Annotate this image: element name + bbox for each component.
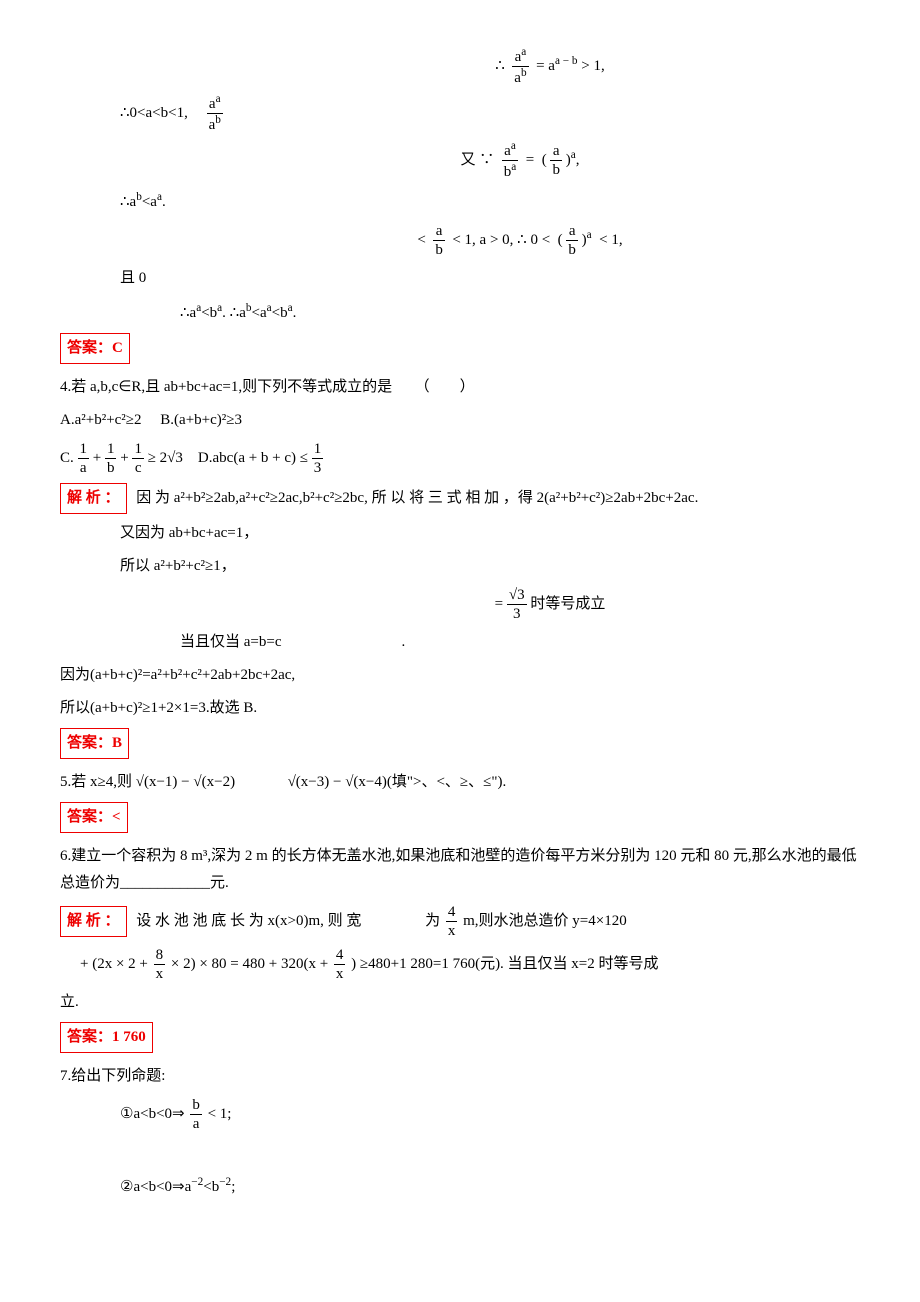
derivation-block: ∴ aa ab = aa − b > 1, ∴0<a<b<1, aa ab 又 … [60,46,860,327]
fraction-aa-ab2: aa ab [207,93,223,134]
fraction-aa-ba: aa ba [502,140,519,181]
analysis-4-when: 当且仅当 a=b=c . [60,629,860,656]
frac-4-x2: 4x [334,946,346,983]
analysis-label-6: 解 析 ： [60,906,127,937]
answer-5-block: 答案：< [60,802,860,833]
math-line-4: ∴ab<aa. [60,187,860,216]
answer-1-block: 答案：C [60,333,860,364]
q5-expr2: √(x−3) − √(x−4)(填">、<、≥、≤"). [288,774,507,790]
analysis-4-text: 因 为 a²+b²≥2ab,a²+c²≥2ac,b²+c²≥2bc, 所 以 将… [136,490,698,506]
math-line-2: ∴0<a<b<1, aa ab [60,93,860,134]
q5-expr1: √(x−1) − √(x−2) [136,774,235,790]
math-line-3: 又 ∵ aa ba = ( a b )a, [60,140,860,181]
analysis-label-4: 解 析 ： [60,483,127,514]
frac-1-b: 1b [105,440,117,477]
answer-6-block: 答案：1 760 [60,1022,860,1053]
math-line-6: 且 0 [60,265,860,292]
analysis-4-line5: 所以(a+b+c)²≥1+2×1=3.故选 B. [60,695,860,722]
q4-options: A.a²+b²+c²≥2 B.(a+b+c)²≥3 [60,407,860,434]
q4-option-d: D.abc(a + b + c) ≤ 13 [198,450,323,466]
q7-prop2: ②a<b<0⇒a−2<b−2; [60,1172,860,1201]
math-line-7: ∴aa<ba. ∴ab<aa<ba. [60,298,860,327]
analysis-6-eq: + (2x × 2 + 8x × 2) × 80 = 480 + 320(x +… [60,946,860,983]
q7-prop1: ①a<b<0⇒ ba < 1; [60,1096,860,1133]
q5-text: 5.若 x≥4,则 [60,774,132,790]
frac-b-a: ba [190,1096,202,1133]
analysis-6-end: 立. [60,989,860,1016]
analysis-4-line3: 所以 a²+b²+c²≥1， [60,553,860,580]
frac-1-a: 1a [78,440,90,477]
q4-option-b: B.(a+b+c)²≥3 [160,412,242,428]
question-4: 4.若 a,b,c∈R,且 ab+bc+ac=1,则下列不等式成立的是 （ ） [60,374,860,401]
frac-8-x: 8x [154,946,166,983]
question-7: 7.给出下列命题: [60,1063,860,1090]
frac-1-c: 1c [132,440,144,477]
math-line-1: ∴ aa ab = aa − b > 1, [60,46,860,87]
math-line-5: < a b < 1, a > 0, ∴ 0 < ( a b )a < 1, [60,222,860,259]
frac-4-x: 4x [446,903,458,940]
analysis-6-block: 解 析 ： 设 水 池 池 底 长 为 x(x>0)m, 则 宽 为 4x m,… [60,903,860,940]
answer-label-5: 答案：< [60,802,128,833]
q4-options-cd: C. 1a + 1b + 1c ≥ 2√3 D.abc(a + b + c) ≤… [60,440,860,477]
analysis-4-line4: 因为(a+b+c)²=a²+b²+c²+2ab+2bc+2ac, [60,662,860,689]
analysis-4-eq: = √33 时等号成立 [60,586,860,623]
analysis-6-text2: m,则水池总造价 y=4×120 [463,913,627,929]
analysis-4-block: 解 析 ： 因 为 a²+b²≥2ab,a²+c²≥2ac,b²+c²≥2bc,… [60,483,860,514]
answer-label-6: 答案：1 760 [60,1022,153,1053]
frac-1-3: 13 [312,440,324,477]
fraction-aa-ab: aa ab [512,46,528,87]
fraction-a-b3: a b [566,222,578,259]
fraction-a-b: a b [550,142,562,179]
answer-4-block: 答案：B [60,728,860,759]
answer-label-1: 答案：C [60,333,130,364]
fraction-a-b2: a b [433,222,445,259]
analysis-6-text1: 设 水 池 池 底 长 为 x(x>0)m, 则 宽 为 [136,913,440,929]
main-content: ∴ aa ab = aa − b > 1, ∴0<a<b<1, aa ab 又 … [60,46,860,1201]
q4-option-a: A.a²+b²+c²≥2 [60,412,157,428]
frac-sqrt3-3: √33 [507,586,527,623]
analysis-4-line2: 又因为 ab+bc+ac=1， [60,520,860,547]
question-6: 6.建立一个容积为 8 m³,深为 2 m 的长方体无盖水池,如果池底和池壁的造… [60,843,860,897]
q7-blank [60,1139,860,1166]
question-5: 5.若 x≥4,则 √(x−1) − √(x−2) √(x−3) − √(x−4… [60,769,860,796]
q4-option-c: C. 1a + 1b + 1c ≥ 2√3 [60,450,198,466]
answer-label-4: 答案：B [60,728,129,759]
